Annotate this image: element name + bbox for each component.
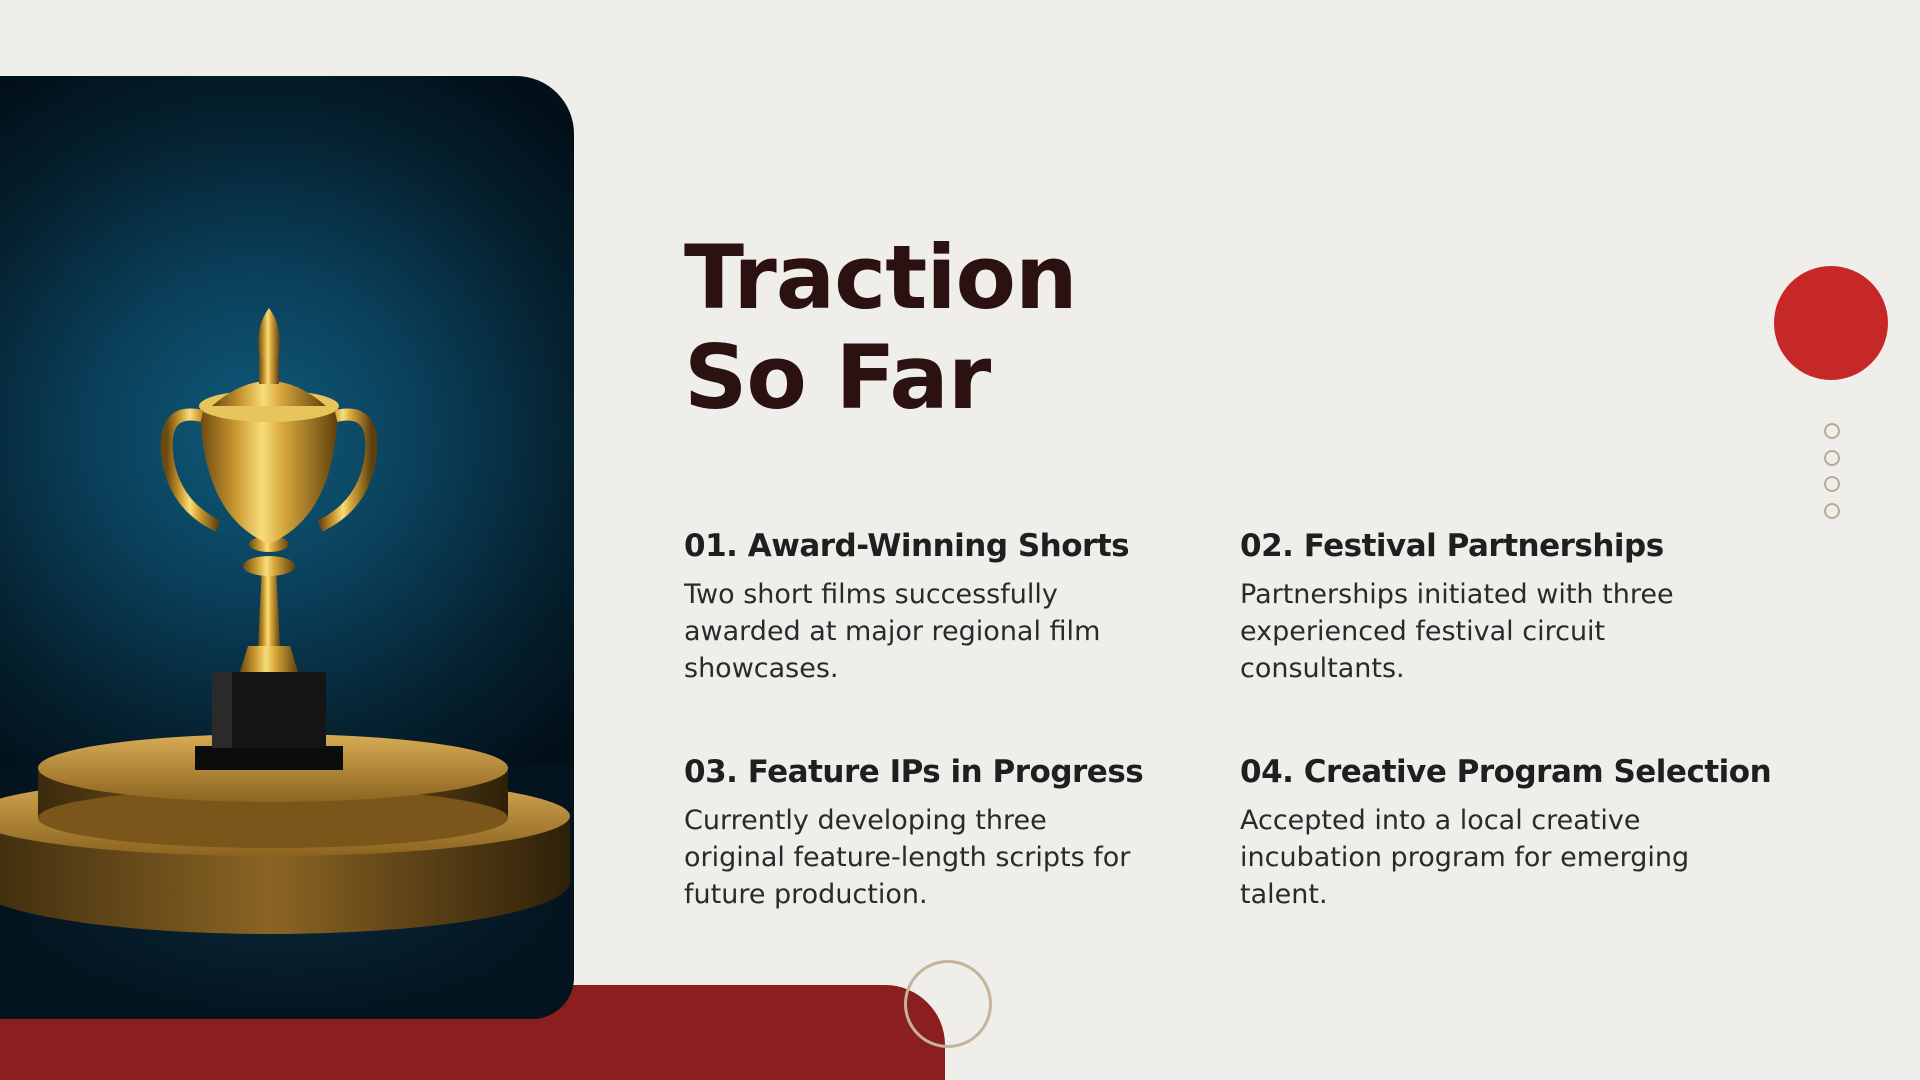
- item-body: Two short films successfully awarded at …: [684, 579, 1101, 684]
- decorative-small-dot: [1824, 503, 1840, 519]
- traction-item-award-winning-shorts: 01. Award-Winning Shorts Two short films…: [684, 526, 1184, 687]
- traction-item-festival-partnerships: 02. Festival Partnerships Partnerships i…: [1240, 526, 1740, 687]
- decorative-small-dot: [1824, 450, 1840, 466]
- item-heading: 04. Creative Program Selection: [1240, 754, 1772, 790]
- decorative-small-dot: [1824, 476, 1840, 492]
- decorative-red-circle: [1774, 266, 1888, 380]
- trophy-photo: [0, 76, 574, 1019]
- item-heading: 01. Award-Winning Shorts: [684, 528, 1130, 564]
- title-line-1: Traction: [684, 226, 1078, 329]
- title-line-2: So Far: [684, 326, 991, 429]
- item-body: Currently developing three original feat…: [684, 805, 1131, 910]
- decorative-small-dot: [1824, 423, 1840, 439]
- item-heading: 02. Festival Partnerships: [1240, 528, 1664, 564]
- item-body: Partnerships initiated with three experi…: [1240, 579, 1674, 684]
- traction-item-creative-program: 04. Creative Program Selection Accepted …: [1240, 752, 1772, 913]
- decorative-outline-circle: [904, 960, 992, 1048]
- trophy-illustration: [0, 308, 574, 1019]
- item-body: Accepted into a local creative incubatio…: [1240, 805, 1690, 910]
- item-heading: 03. Feature IPs in Progress: [684, 754, 1144, 790]
- page-title: Traction So Far: [684, 226, 1078, 429]
- traction-item-feature-ips: 03. Feature IPs in Progress Currently de…: [684, 752, 1184, 913]
